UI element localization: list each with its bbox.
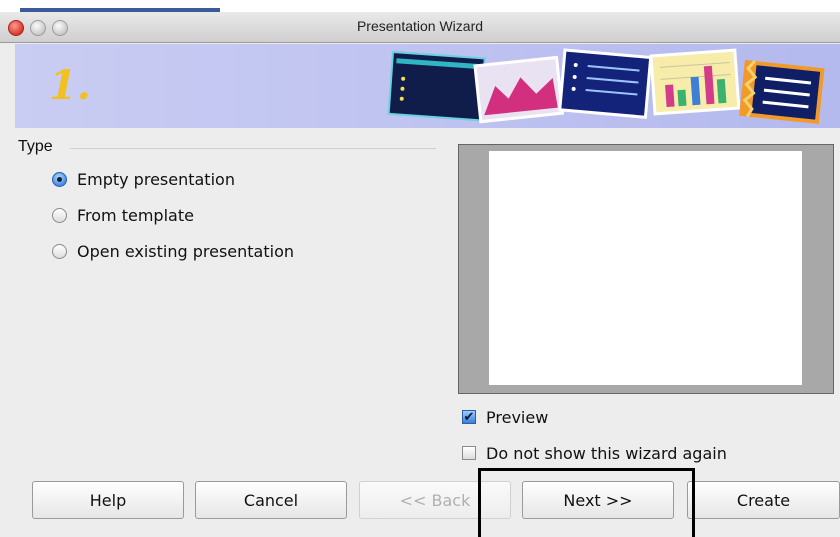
cancel-button[interactable]: Cancel (195, 481, 347, 519)
help-button[interactable]: Help (32, 481, 184, 519)
next-button[interactable]: Next >> (522, 481, 674, 519)
radio-label: Empty presentation (77, 169, 235, 189)
window-title: Presentation Wizard (356, 18, 484, 34)
presentation-wizard-window: Presentation Wizard 1. Type Empty presen… (0, 0, 840, 537)
preview-checkbox-label: Preview (486, 407, 549, 427)
radio-selected-icon[interactable] (52, 171, 67, 187)
radio-unselected-icon[interactable] (52, 207, 67, 223)
do-not-show-again-checkbox[interactable]: Do not show this wizard again (462, 442, 727, 464)
preview-slide (489, 151, 802, 385)
back-button[interactable]: << Back (359, 481, 511, 519)
preview-pane (458, 144, 834, 394)
type-group-divider (70, 148, 436, 149)
create-button[interactable]: Create (687, 481, 840, 519)
radio-label: From template (77, 205, 194, 225)
do-not-show-again-label: Do not show this wizard again (486, 443, 727, 463)
step-number: 1. (49, 62, 91, 109)
radio-empty-presentation[interactable]: Empty presentation (52, 168, 235, 190)
background-strip (0, 0, 840, 12)
title-bar[interactable]: Presentation Wizard (0, 12, 840, 43)
radio-unselected-icon[interactable] (52, 243, 67, 259)
unchecked-box-icon[interactable] (462, 446, 476, 460)
radio-label: Open existing presentation (77, 241, 295, 261)
radio-from-template[interactable]: From template (52, 204, 194, 226)
radio-open-existing-presentation[interactable]: Open existing presentation (52, 240, 294, 262)
slides-illustration-icon (387, 48, 825, 125)
type-group-label: Type (18, 138, 53, 155)
wizard-banner: 1. (15, 44, 840, 128)
preview-checkbox[interactable]: ✔ Preview (462, 406, 548, 428)
checkmark-icon[interactable]: ✔ (462, 410, 476, 424)
